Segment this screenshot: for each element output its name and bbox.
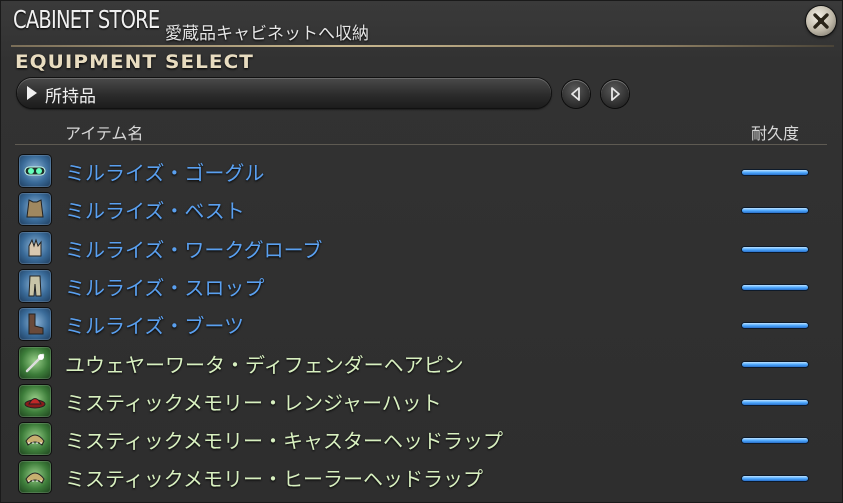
- title-divider: [11, 45, 834, 47]
- triangle-right-icon: [611, 87, 620, 101]
- item-row[interactable]: ミルライズ・スロップ: [15, 267, 827, 305]
- durability-bar: [742, 399, 808, 405]
- durability-bar: [742, 361, 808, 367]
- headwrap-icon: [19, 423, 51, 456]
- column-header-durability[interactable]: 耐久度: [751, 120, 799, 144]
- item-row[interactable]: ユウェヤーワータ・ディフェンダーヘアピン: [15, 344, 827, 382]
- durability-bar: [742, 438, 808, 444]
- hat-icon: [19, 384, 51, 417]
- item-name: ミルライズ・スロップ: [65, 275, 265, 300]
- item-name: ミスティックメモリー・ヒーラーヘッドラップ: [65, 467, 483, 492]
- gloves-icon: [19, 231, 51, 264]
- boots-icon: [19, 308, 51, 341]
- trousers-icon: [19, 269, 51, 302]
- close-button[interactable]: [806, 6, 836, 36]
- headwrap-icon: [19, 461, 51, 494]
- vest-icon: [19, 193, 51, 226]
- item-name: ミルライズ・ゴーグル: [65, 161, 265, 185]
- dropdown-selected-value: 所持品: [45, 87, 96, 107]
- item-row[interactable]: ミルライズ・ゴーグル: [15, 152, 827, 190]
- window-subtitle: 愛蔵品キャビネットへ収納: [165, 24, 369, 44]
- section-title: EQUIPMENT SELECT: [15, 51, 254, 73]
- durability-bar: [742, 170, 808, 175]
- durability-bar: [742, 323, 808, 329]
- item-row[interactable]: ミルライズ・ワークグローブ: [15, 229, 827, 267]
- previous-page-button[interactable]: [562, 80, 590, 108]
- durability-bar: [742, 284, 808, 290]
- durability-bar: [742, 246, 808, 252]
- cabinet-store-window: CABINET STORE 愛蔵品キャビネットへ収納 EQUIPMENT SEL…: [0, 0, 843, 503]
- durability-bar: [742, 476, 808, 482]
- item-row[interactable]: ミルライズ・ブーツ: [15, 305, 827, 343]
- hairpin-icon: [19, 346, 51, 379]
- item-row[interactable]: ミルライズ・ベスト: [15, 190, 827, 228]
- triangle-left-icon: [571, 87, 580, 101]
- title-bar[interactable]: CABINET STORE 愛蔵品キャビネットへ収納: [1, 1, 843, 45]
- item-name: ユウェヤーワータ・ディフェンダーヘアピン: [65, 352, 464, 377]
- column-header-item-name[interactable]: アイテム名: [65, 120, 143, 144]
- goggles-icon: [19, 155, 51, 187]
- window-title: CABINET STORE: [13, 5, 160, 34]
- dropdown-arrow-icon: [27, 86, 37, 100]
- durability-bar: [742, 208, 808, 214]
- item-name: ミスティックメモリー・キャスターヘッドラップ: [65, 429, 503, 454]
- item-name: ミスティックメモリー・レンジャーハット: [65, 390, 442, 415]
- item-row[interactable]: ミスティックメモリー・キャスターヘッドラップ: [15, 420, 827, 458]
- item-row[interactable]: ミスティックメモリー・レンジャーハット: [15, 382, 827, 420]
- inventory-filter-dropdown[interactable]: 所持品: [17, 78, 551, 108]
- close-icon: [813, 13, 829, 29]
- header-divider: [15, 144, 827, 145]
- item-row[interactable]: ミスティックメモリー・ヒーラーヘッドラップ: [15, 458, 827, 496]
- item-name: ミルライズ・ベスト: [65, 199, 245, 224]
- item-name: ミルライズ・ワークグローブ: [65, 237, 323, 262]
- item-name: ミルライズ・ブーツ: [65, 314, 244, 339]
- next-page-button[interactable]: [601, 80, 629, 108]
